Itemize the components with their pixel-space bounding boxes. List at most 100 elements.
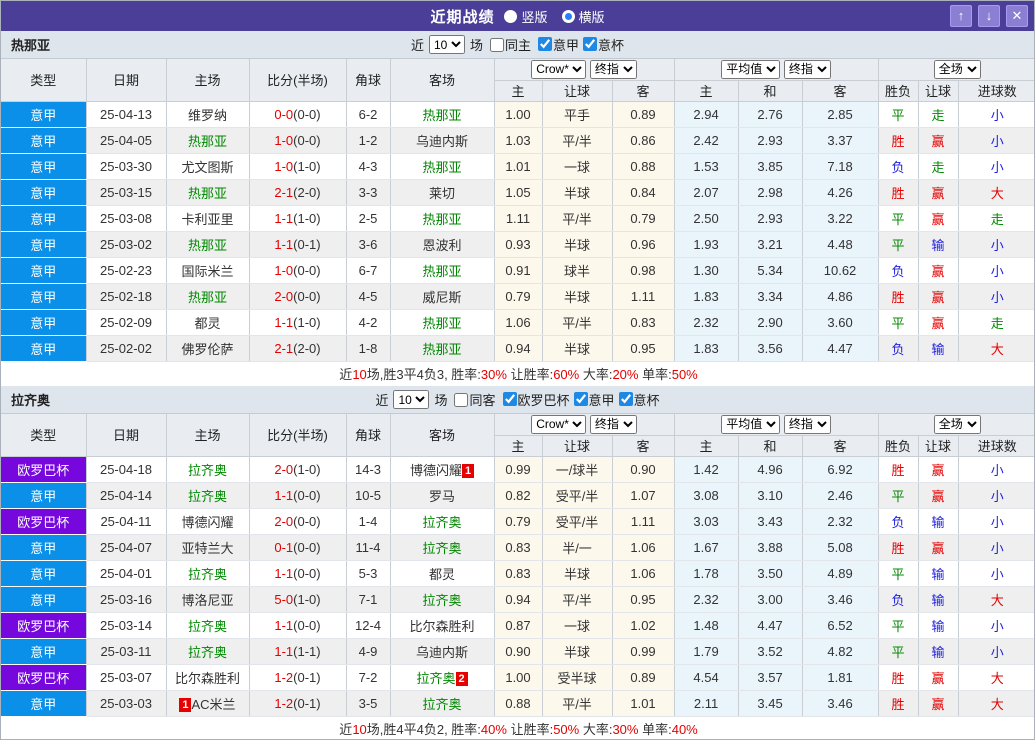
avg-home: 1.79 xyxy=(674,638,739,665)
match-row: 意甲 25-03-02 热那亚 1-1(0-1) 3-6 恩波利 0.93 半球 0.96 1.9… xyxy=(1,231,1034,258)
league-checkbox-label[interactable]: 意甲 xyxy=(534,35,579,54)
results-table: 类型 日期 主场 比分(半场) 角球 客场 Crow* 终指 平均值 终指 全场… xyxy=(1,414,1034,739)
odds-away: 0.95 xyxy=(612,335,675,362)
result-handicap: 输 xyxy=(918,231,959,258)
league-checkbox-label[interactable]: 欧罗巴杯 xyxy=(499,390,570,409)
odds-home: 0.99 xyxy=(494,456,543,483)
radio-horizontal-icon[interactable] xyxy=(561,9,575,23)
result-winloss: 负 xyxy=(878,257,919,284)
match-date: 25-03-11 xyxy=(86,638,167,665)
home-card-badge: 1 xyxy=(179,697,192,712)
match-date: 25-04-07 xyxy=(86,534,167,561)
fulltime-group-header: 全场 xyxy=(878,59,1034,81)
corner-count: 4-9 xyxy=(346,638,391,665)
result-goals: 小 xyxy=(958,456,1034,483)
radio-vertical-layout[interactable]: 竖版 xyxy=(504,7,548,26)
fulltime-select[interactable]: 全场 xyxy=(933,414,981,434)
col-header-corner: 角球 xyxy=(346,59,391,102)
league-checkbox-text: 欧罗巴杯 xyxy=(517,392,570,408)
corner-count: 1-4 xyxy=(346,508,391,535)
summary-row: 近10场,胜3平4负3, 胜率:30% 让胜率:60% 大率:20% 单率:50… xyxy=(1,360,1034,386)
final-odds-select-1[interactable]: 终指 xyxy=(589,59,637,79)
result-winloss: 负 xyxy=(878,335,919,362)
sub-header-avg-home: 主 xyxy=(674,80,739,102)
avg-home: 2.07 xyxy=(674,179,739,206)
league-checkbox-label[interactable]: 意杯 xyxy=(615,390,660,409)
league-checkbox[interactable] xyxy=(502,392,517,407)
result-winloss: 胜 xyxy=(878,283,919,310)
average-select[interactable]: 平均值 xyxy=(721,414,781,434)
final-odds-select-2[interactable]: 终指 xyxy=(783,59,831,79)
league-checkbox-label[interactable]: 意杯 xyxy=(579,35,624,54)
odds-away: 0.95 xyxy=(612,586,675,613)
league-badge: 意甲 xyxy=(1,231,87,258)
score-cell: 2-0(0-0) xyxy=(249,508,347,535)
corner-count: 3-5 xyxy=(346,690,391,717)
result-handicap: 走 xyxy=(918,101,959,128)
avg-home: 2.94 xyxy=(674,101,739,128)
match-count-select[interactable]: 10 xyxy=(393,390,430,409)
score-cell: 1-1(0-0) xyxy=(249,560,347,587)
fulltime-select[interactable]: 全场 xyxy=(933,59,981,79)
final-odds-select-1[interactable]: 终指 xyxy=(589,414,637,434)
home-team: 热那亚 xyxy=(166,127,250,154)
bookmaker-select[interactable]: Crow* xyxy=(531,414,587,434)
result-handicap: 输 xyxy=(918,508,959,535)
avg-draw: 3.57 xyxy=(738,664,803,691)
match-date: 25-04-14 xyxy=(86,482,167,509)
sub-header-avg-draw: 和 xyxy=(738,435,803,457)
match-date: 25-03-30 xyxy=(86,153,167,180)
results-table: 类型 日期 主场 比分(半场) 角球 客场 Crow* 终指 平均值 终指 全场… xyxy=(1,59,1034,386)
result-winloss: 胜 xyxy=(878,179,919,206)
corner-count: 7-2 xyxy=(346,664,391,691)
away-team: 拉齐奥 xyxy=(390,508,495,535)
sub-header-avg-away: 客 xyxy=(802,80,879,102)
result-handicap: 输 xyxy=(918,638,959,665)
col-header-away: 客场 xyxy=(390,59,495,102)
league-badge: 意甲 xyxy=(1,205,87,232)
match-row: 意甲 25-03-16 博洛尼亚 5-0(1-0) 7-1 拉齐奥 0.94 平/半 0.95 2… xyxy=(1,586,1034,613)
sub-header-goals-result: 进球数 xyxy=(958,435,1034,457)
away-team: 恩波利 xyxy=(390,231,495,258)
avg-home: 1.83 xyxy=(674,335,739,362)
avg-home: 1.67 xyxy=(674,534,739,561)
sub-header-avg-draw: 和 xyxy=(738,80,803,102)
odds-handicap: 半球 xyxy=(542,560,613,587)
same-venue-checkbox[interactable] xyxy=(454,392,469,407)
match-count-select[interactable]: 10 xyxy=(428,35,465,54)
same-venue-checkbox-label[interactable]: 同主 xyxy=(486,35,531,54)
odds-away: 0.86 xyxy=(612,127,675,154)
away-card-badge: 2 xyxy=(455,671,468,686)
league-checkbox[interactable] xyxy=(573,392,588,407)
league-checkbox-label[interactable]: 意甲 xyxy=(570,390,615,409)
score-cell: 2-0(0-0) xyxy=(249,283,347,310)
radio-vertical-icon[interactable] xyxy=(504,9,518,23)
match-row: 意甲 25-04-14 拉齐奥 1-1(0-0) 10-5 罗马 0.82 受平/半 1.07 3… xyxy=(1,482,1034,509)
bookmaker-select[interactable]: Crow* xyxy=(531,59,587,79)
away-team: 拉齐奥 2 xyxy=(390,664,495,691)
corner-count: 3-3 xyxy=(346,179,391,206)
scroll-down-button[interactable]: ↓ xyxy=(978,5,1000,27)
layout-radio-group: 竖版 横版 xyxy=(504,7,605,26)
match-row: 意甲 25-03-03 1 AC米兰 1-2(0-1) 3-5 拉齐奥 0.88 平/半 1.01… xyxy=(1,690,1034,717)
avg-draw: 5.34 xyxy=(738,257,803,284)
final-odds-select-2[interactable]: 终指 xyxy=(783,414,831,434)
scroll-up-button[interactable]: ↑ xyxy=(950,5,972,27)
league-checkbox[interactable] xyxy=(583,37,598,52)
same-venue-checkbox[interactable] xyxy=(489,37,504,52)
unit-label: 场 xyxy=(434,393,448,408)
corner-count: 6-7 xyxy=(346,257,391,284)
close-button[interactable]: ✕ xyxy=(1006,5,1028,27)
radio-horizontal-layout[interactable]: 横版 xyxy=(561,7,605,26)
league-badge: 欧罗巴杯 xyxy=(1,664,87,691)
odds-away: 0.84 xyxy=(612,179,675,206)
average-select[interactable]: 平均值 xyxy=(721,59,781,79)
odds-home: 0.90 xyxy=(494,638,543,665)
avg-away: 5.08 xyxy=(802,534,879,561)
league-checkbox[interactable] xyxy=(538,37,552,52)
same-venue-checkbox-label[interactable]: 同客 xyxy=(450,390,496,409)
result-goals: 大 xyxy=(958,664,1034,691)
league-checkbox[interactable] xyxy=(618,392,633,407)
home-team: 佛罗伦萨 xyxy=(166,335,250,362)
away-team: 罗马 xyxy=(390,482,495,509)
